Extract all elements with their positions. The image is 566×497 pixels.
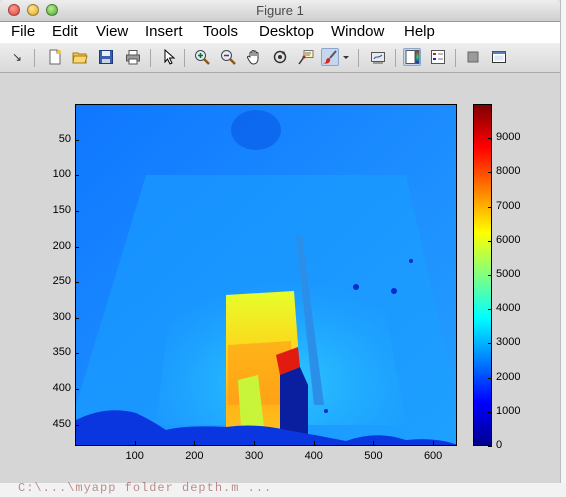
save-icon[interactable] <box>97 48 115 66</box>
brush-icon[interactable] <box>321 48 339 66</box>
y-tick-label: 50 <box>58 132 71 145</box>
colorbar-tick-mark <box>488 172 492 174</box>
colorbar-tick-label: 8000 <box>496 165 521 178</box>
menu-desktop[interactable]: Desktop <box>259 23 314 40</box>
heatmap-axes[interactable] <box>75 104 457 446</box>
zoom-out-icon[interactable] <box>219 48 237 66</box>
y-tick-label: 350 <box>52 346 71 359</box>
upper-dark-blob <box>231 110 281 150</box>
y-tick-label: 150 <box>52 203 71 216</box>
colorbar-tick-mark <box>488 138 492 140</box>
data-cursor-icon[interactable] <box>297 48 315 66</box>
y-tick-mark <box>75 210 79 212</box>
colorbar-tick-mark <box>488 343 492 345</box>
figure-window: Figure 1 File Edit View Insert Tools Des… <box>0 0 560 483</box>
x-tick-mark <box>313 441 315 445</box>
x-tick-label: 300 <box>244 450 264 462</box>
y-tick-mark <box>75 139 79 141</box>
pan-hand-icon[interactable] <box>245 48 263 66</box>
link-plot-icon[interactable] <box>369 48 387 66</box>
toolbar-separator <box>358 49 359 67</box>
menu-view[interactable]: View <box>96 23 128 40</box>
menu-window[interactable]: Window <box>331 23 384 40</box>
hide-plot-tools-icon[interactable] <box>464 48 482 66</box>
toolbar-separator <box>455 49 456 67</box>
legend-icon[interactable] <box>429 48 447 66</box>
figure-toolbar: ↘ <box>0 43 560 73</box>
show-plot-tools-icon[interactable] <box>490 48 508 66</box>
x-tick-mark <box>254 441 256 445</box>
x-tick-label: 400 <box>304 450 323 462</box>
colorbar-tick-label: 1000 <box>496 404 521 417</box>
y-tick-label: 250 <box>52 275 71 288</box>
y-tick-mark <box>75 175 79 177</box>
y-tick-mark <box>75 317 79 319</box>
x-tick-mark <box>433 441 435 445</box>
colorbar-tick-label: 0 <box>496 439 503 451</box>
colorbar-tick-mark <box>488 377 492 379</box>
y-tick-mark <box>75 424 79 426</box>
zoom-in-icon[interactable] <box>193 48 211 66</box>
new-figure-icon[interactable] <box>46 48 64 66</box>
menu-file[interactable]: File <box>11 23 35 40</box>
colorbar-tick-label: 5000 <box>496 268 521 280</box>
depth-image <box>76 105 456 445</box>
y-tick-label: 100 <box>52 168 71 181</box>
dock-arrow-glyph: ↘ <box>11 50 23 64</box>
menu-edit[interactable]: Edit <box>52 23 78 40</box>
x-tick-mark <box>194 441 196 445</box>
x-tick-mark <box>134 441 136 445</box>
y-tick-label: 400 <box>52 382 71 394</box>
colorbar-tick-label: 3000 <box>496 336 521 349</box>
dock-arrow-icon[interactable]: ↘ <box>8 48 26 66</box>
y-tick-label: 300 <box>52 310 71 323</box>
colorbar-tick-mark <box>488 206 492 208</box>
x-tick-label: 100 <box>125 450 144 462</box>
colorbar-tick-mark <box>488 411 492 413</box>
colorbar-tick-label: 4000 <box>496 302 521 315</box>
x-tick-label: 200 <box>185 450 204 462</box>
edit-plot-arrow-icon[interactable] <box>160 48 178 66</box>
colorbar-tick-label: 9000 <box>496 131 521 144</box>
menu-help[interactable]: Help <box>404 23 435 40</box>
y-tick-mark <box>75 389 79 390</box>
y-tick-mark <box>75 353 79 355</box>
desktop-text: C:\...\myapp folder depth.m ... <box>18 481 273 495</box>
background-window-edge <box>560 0 566 483</box>
title-bar[interactable]: Figure 1 <box>0 0 560 22</box>
colorbar-tick-mark <box>488 275 492 276</box>
window-title: Figure 1 <box>256 3 304 18</box>
colorbar-tick-mark <box>488 309 492 311</box>
brush-dropdown-icon[interactable] <box>341 48 351 66</box>
menu-bar: File Edit View Insert Tools Desktop Wind… <box>0 22 560 44</box>
y-tick-mark <box>75 246 79 248</box>
colorbar-tick-mark <box>488 240 492 242</box>
y-tick-label: 450 <box>52 417 71 430</box>
colorbar-tick-mark <box>488 446 492 447</box>
print-icon[interactable] <box>124 48 142 66</box>
open-file-icon[interactable] <box>71 48 89 66</box>
colorbar-tick-label: 2000 <box>496 370 521 383</box>
colorbar-tick-label: 6000 <box>496 233 521 246</box>
toolbar-separator <box>184 49 185 67</box>
colorbar-tick-label: 7000 <box>496 199 521 212</box>
desktop-background: C:\...\myapp folder depth.m ... <box>0 481 566 497</box>
y-tick-mark <box>75 282 79 284</box>
rotate-3d-icon[interactable] <box>271 48 289 66</box>
toolbar-separator <box>395 49 396 67</box>
menu-tools[interactable]: Tools <box>203 23 238 40</box>
toolbar-separator <box>34 49 35 67</box>
menu-insert[interactable]: Insert <box>145 23 183 40</box>
x-tick-label: 500 <box>364 450 383 462</box>
x-tick-mark <box>373 441 375 445</box>
y-tick-label: 200 <box>52 239 71 252</box>
colorbar-icon[interactable] <box>403 48 421 66</box>
toolbar-separator <box>150 49 151 67</box>
x-tick-label: 600 <box>423 450 443 462</box>
